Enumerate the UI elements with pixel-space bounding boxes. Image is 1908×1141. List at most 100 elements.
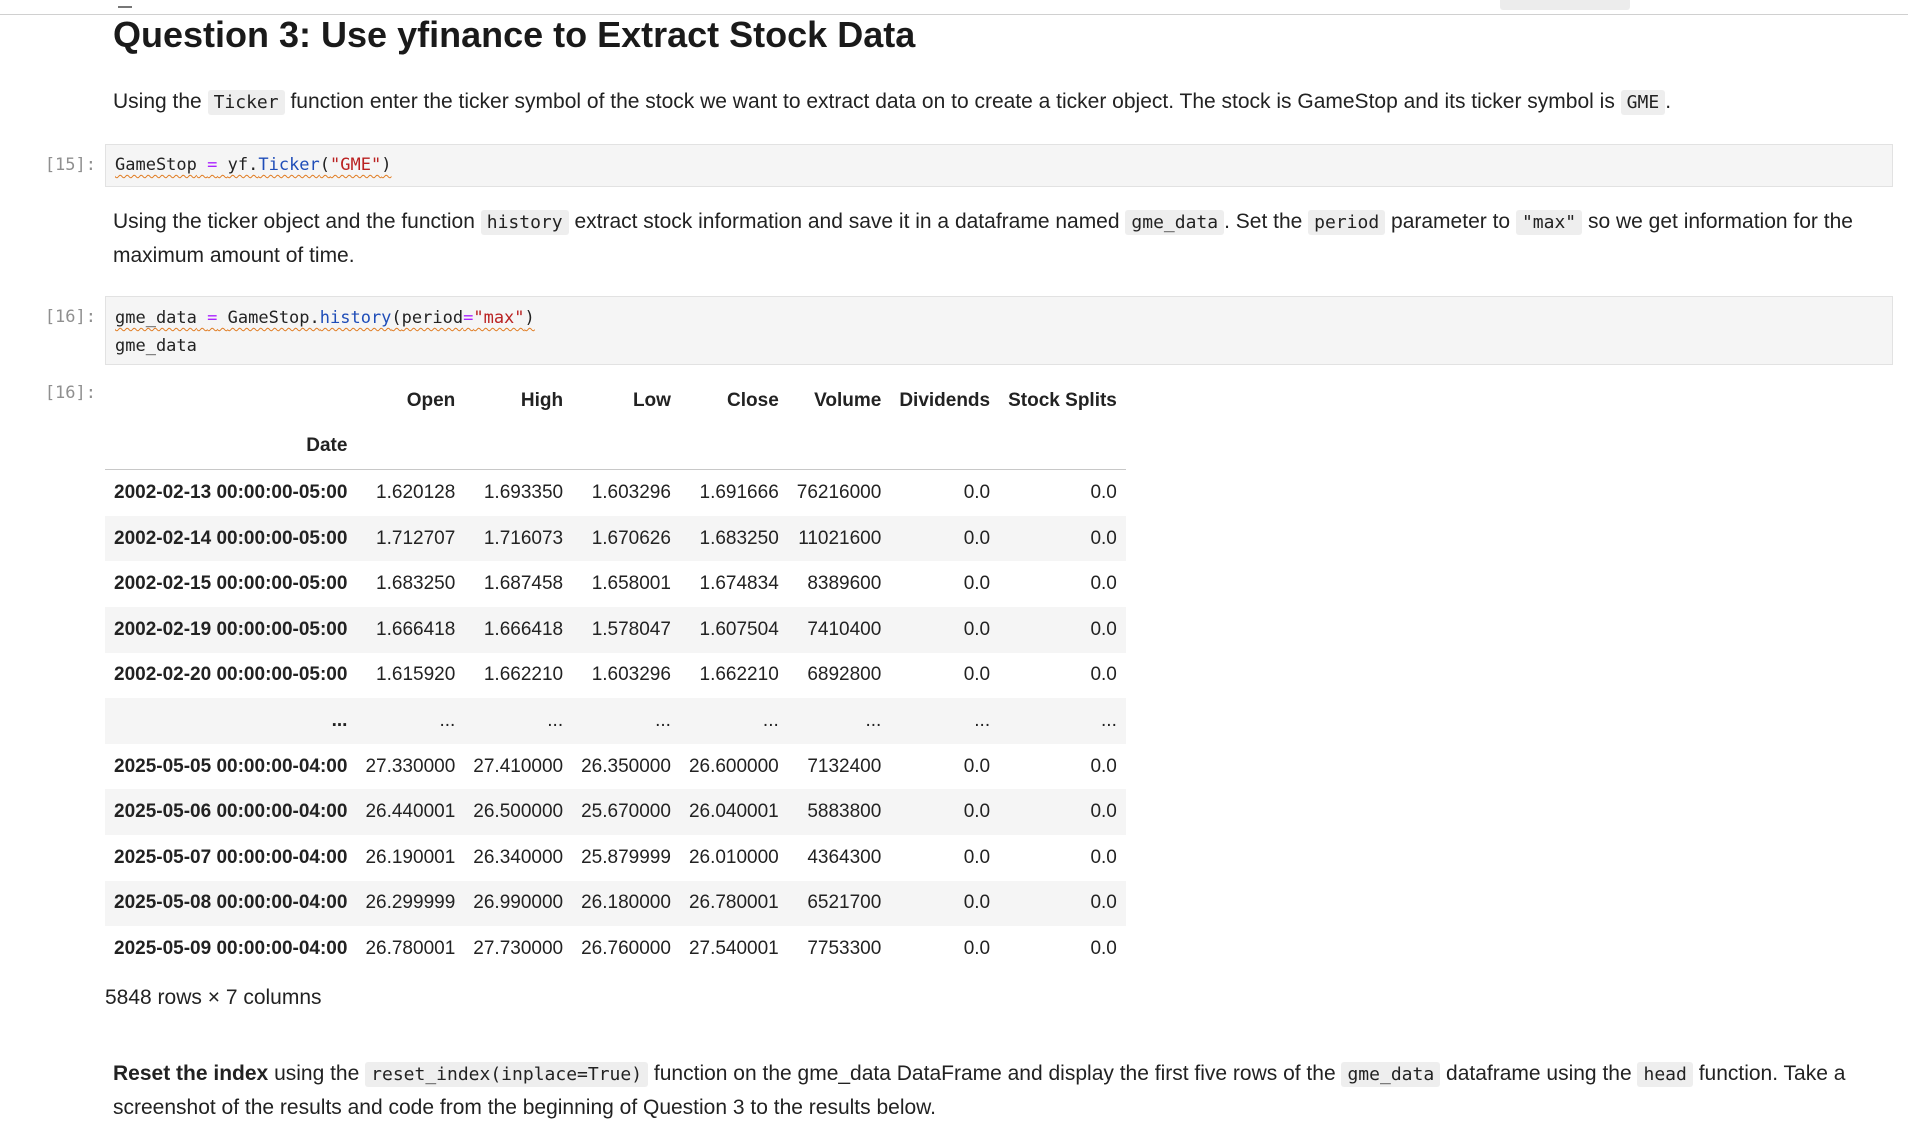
text: function on the gme_data DataFrame and d… — [653, 1062, 1336, 1085]
dataframe-shape: 5848 rows × 7 columns — [105, 986, 322, 1009]
inline-code: history — [480, 210, 569, 235]
table-cell: 0.0 — [1090, 846, 1117, 868]
dataframe-table: Open High Low Close Volume Dividends Sto… — [105, 378, 1126, 972]
table-row: 2002-02-15 00:00:00-05:00 1.683250 1.68745… — [105, 561, 1126, 607]
text: parameter to — [1391, 210, 1511, 233]
input-prompt: [15]: — [44, 155, 96, 175]
table-cell: 26.780001 — [688, 892, 779, 914]
row-index-cell: 2025-05-07 00:00:00-04:00 — [114, 846, 348, 868]
table-cell: ... — [974, 709, 991, 731]
table-row: 2002-02-20 00:00:00-05:00 1.615920 1.66221… — [105, 653, 1126, 699]
table-cell: 1.607504 — [699, 618, 779, 640]
code-token-operator: = — [207, 308, 218, 328]
text: extract stock information and save it in… — [574, 210, 1120, 233]
code-token-variable: gme_data — [115, 308, 197, 328]
table-cell: 1.615920 — [376, 664, 456, 686]
table-cell: 5883800 — [807, 801, 882, 823]
table-cell: ... — [1101, 709, 1117, 731]
table-cell: 0.0 — [963, 573, 991, 595]
table-cell: 26.990000 — [473, 892, 564, 914]
table-cell: 1.670626 — [591, 527, 671, 549]
table-cell: ... — [655, 709, 671, 731]
text: dataframe using the — [1446, 1062, 1632, 1085]
row-index-cell: 2002-02-15 00:00:00-05:00 — [114, 573, 348, 595]
table-cell: 0.0 — [1090, 527, 1117, 549]
table-cell: 76216000 — [796, 481, 882, 503]
table-cell: 0.0 — [963, 618, 991, 640]
column-header: Close — [727, 389, 779, 411]
table-cell: 27.330000 — [365, 755, 456, 777]
inline-code: reset_index(inplace=True) — [365, 1062, 649, 1087]
table-cell: 1.578047 — [591, 618, 671, 640]
table-cell: 26.600000 — [688, 755, 779, 777]
table-cell: 1.603296 — [591, 664, 671, 686]
inline-code: GME — [1620, 90, 1666, 115]
code-cell-16[interactable]: gme_data = GameStop.history(period="max"… — [105, 296, 1893, 365]
text: using the — [274, 1062, 360, 1085]
table-cell: 0.0 — [1090, 755, 1117, 777]
table-cell: 1.716073 — [483, 527, 564, 549]
markdown-paragraph-2: Using the ticker object and the function… — [113, 205, 1873, 272]
toolbar-partial-button[interactable] — [1500, 0, 1630, 10]
table-cell: 7410400 — [807, 618, 882, 640]
table-cell: 0.0 — [1090, 573, 1117, 595]
table-row: 2025-05-09 00:00:00-04:00 26.780001 27.730… — [105, 926, 1126, 972]
table-cell: 1.712707 — [376, 527, 456, 549]
table-row: 2025-05-08 00:00:00-04:00 26.299999 26.990… — [105, 880, 1126, 927]
table-cell: 0.0 — [1090, 481, 1117, 503]
column-header: High — [520, 389, 564, 411]
table-cell: 1.666418 — [376, 618, 456, 640]
table-cell: 11021600 — [798, 527, 882, 549]
code-cell-15[interactable]: GameStop = yf.Ticker("GME") — [105, 144, 1893, 187]
index-name-header: Date — [105, 423, 357, 471]
code-line-2: gme_data — [115, 336, 197, 356]
code-token-variable: GameStop — [115, 155, 197, 175]
code-token-function: history — [319, 308, 392, 328]
table-cell: 0.0 — [963, 664, 991, 686]
table-row: 2002-02-19 00:00:00-05:00 1.666418 1.66641… — [105, 606, 1126, 653]
code-token-keyword-arg: period — [401, 308, 464, 328]
table-cell: 26.190001 — [365, 846, 456, 868]
table-cell: 0.0 — [963, 846, 991, 868]
table-cell: 6521700 — [807, 892, 882, 914]
table-cell: 0.0 — [1090, 937, 1117, 959]
table-cell: 27.730000 — [473, 937, 564, 959]
column-header: Open — [406, 389, 456, 411]
table-cell: 26.299999 — [365, 892, 456, 914]
text: . Set the — [1224, 210, 1303, 233]
table-cell: 26.440001 — [365, 801, 456, 823]
table-cell: 26.040001 — [688, 801, 779, 823]
table-cell: 1.603296 — [591, 481, 671, 503]
toolbar-partial-text — [1665, 0, 1865, 8]
inline-code: gme_data — [1341, 1062, 1441, 1087]
input-prompt: [16]: — [44, 307, 96, 327]
markdown-paragraph-3: Reset the index using the reset_index(in… — [113, 1057, 1873, 1124]
table-row: 2002-02-14 00:00:00-05:00 1.712707 1.71607… — [105, 515, 1126, 562]
table-cell: 0.0 — [963, 755, 991, 777]
table-cell: 1.687458 — [483, 573, 564, 595]
table-row: 2025-05-07 00:00:00-04:00 26.190001 26.340… — [105, 835, 1126, 881]
row-index-cell: 2002-02-19 00:00:00-05:00 — [114, 618, 348, 640]
table-row: 2002-02-13 00:00:00-05:00 1.620128 1.69335… — [105, 470, 1126, 516]
table-cell: 26.350000 — [581, 755, 671, 777]
table-cell: 6892800 — [807, 664, 882, 686]
table-cell: 1.674834 — [699, 573, 779, 595]
text: . — [1665, 90, 1672, 113]
table-row: 2025-05-05 00:00:00-04:00 27.330000 27.410… — [105, 744, 1126, 790]
table-cell: 0.0 — [963, 527, 991, 549]
column-header: Low — [632, 389, 671, 411]
text: Using the — [113, 90, 202, 113]
table-cell: 1.620128 — [376, 481, 456, 503]
row-index-cell: 2025-05-08 00:00:00-04:00 — [114, 892, 348, 914]
table-cell: 1.683250 — [376, 573, 456, 595]
table-cell: 27.410000 — [473, 755, 564, 777]
table-cell: 1.666418 — [483, 618, 564, 640]
table-cell: 0.0 — [963, 937, 991, 959]
table-cell: 1.691666 — [699, 481, 779, 503]
code-token-paren: ( — [391, 308, 402, 328]
table-cell: 1.662210 — [483, 664, 564, 686]
row-index-cell: 2025-05-05 00:00:00-04:00 — [114, 755, 348, 777]
inline-code: gme_data — [1125, 210, 1225, 235]
column-header: Dividends — [899, 389, 991, 411]
text: Using the ticker object and the function — [113, 210, 475, 233]
